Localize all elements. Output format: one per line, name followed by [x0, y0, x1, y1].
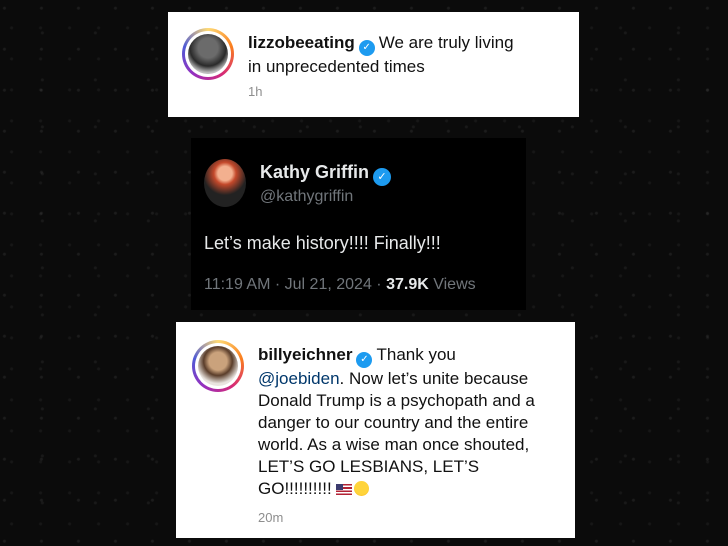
text-line6: LET’S GO LESBIANS, LET’S — [258, 457, 480, 476]
text-line7: GO!!!!!!!!!! — [258, 479, 332, 498]
instagram-comment-billy: billyeichner ✓ Thank you @joebiden. Now le… — [176, 322, 575, 538]
tweet-text: Let’s make history!!!! Finally!!! — [204, 233, 441, 253]
timestamp: 1h — [248, 84, 263, 99]
avatar-photo — [198, 346, 238, 386]
comment-text: lizzobeeating ✓ We are truly living in unp… — [248, 32, 514, 78]
verified-badge-icon: ✓ — [358, 40, 375, 56]
tweet-time[interactable]: 11:19 AM — [204, 276, 270, 293]
avatar-billy[interactable] — [192, 340, 244, 392]
avatar-photo — [188, 34, 228, 74]
avatar-lizzo[interactable] — [182, 28, 234, 80]
verified-badge-icon: ✓ — [356, 352, 373, 368]
text-line4: danger to our country and the entire — [258, 413, 529, 432]
display-name-text: Kathy Griffin — [260, 162, 370, 182]
separator: · — [376, 276, 382, 293]
verified-badge-icon: ✓ — [373, 167, 392, 186]
party-face-icon — [353, 481, 369, 496]
views-label: Views — [433, 276, 476, 293]
tweet-date[interactable]: Jul 21, 2024 — [285, 276, 372, 293]
tweet-meta: 11:19 AM · Jul 21, 2024 · 37.9K Views — [204, 276, 476, 294]
timestamp: 20m — [258, 510, 284, 525]
username[interactable]: billyeichner — [258, 345, 352, 364]
comment-text: billyeichner ✓ Thank you @joebiden. Now le… — [258, 344, 535, 500]
caption-line2: in unprecedented times — [248, 57, 425, 76]
text-line3: Donald Trump is a psychopath and a — [258, 391, 535, 410]
text-line2: . Now let’s unite because — [339, 369, 529, 388]
mention-link[interactable]: @joebiden — [258, 369, 340, 388]
username[interactable]: lizzobeeating — [248, 33, 355, 52]
avatar-kathy[interactable] — [204, 159, 246, 207]
handle[interactable]: @kathygriffin — [260, 188, 353, 206]
separator: · — [274, 276, 281, 293]
text-line1: Thank you — [376, 345, 456, 364]
views-count: 37.9K — [386, 276, 429, 293]
us-flag-icon — [335, 484, 352, 495]
caption-line1: We are truly living — [378, 33, 514, 52]
tweet-kathy-griffin: Kathy Griffin ✓ @kathygriffin Let’s make … — [191, 138, 526, 310]
display-name[interactable]: Kathy Griffin ✓ — [260, 162, 395, 186]
instagram-comment-lizzo: lizzobeeating ✓ We are truly living in unp… — [168, 12, 579, 117]
text-line5: world. As a wise man once shouted, — [258, 435, 530, 454]
